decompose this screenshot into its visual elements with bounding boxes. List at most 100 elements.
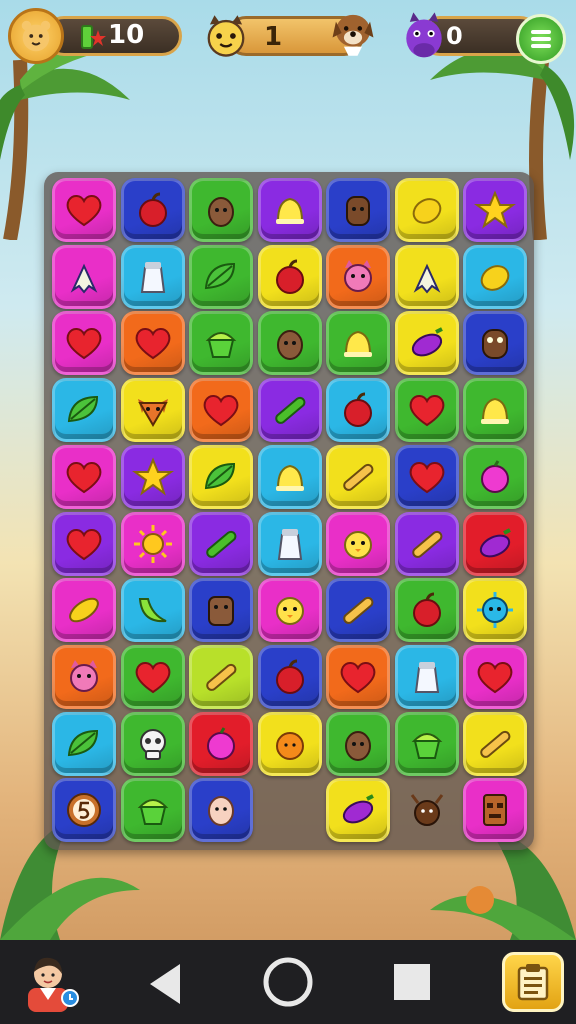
hamster-avatar[interactable] — [8, 8, 64, 64]
game-tile[interactable] — [257, 311, 322, 376]
game-tile[interactable] — [52, 711, 116, 776]
game-tile[interactable] — [463, 444, 527, 509]
game-tile[interactable] — [120, 778, 185, 843]
energy-count: 10 — [108, 20, 145, 50]
clipboard-button[interactable] — [502, 952, 564, 1012]
game-tile[interactable] — [394, 444, 459, 509]
game-tile[interactable] — [189, 511, 253, 576]
game-tile[interactable] — [52, 578, 116, 643]
game-tile[interactable] — [52, 244, 116, 309]
recents-button[interactable] — [394, 964, 430, 1000]
hamburger-menu-icon — [531, 30, 551, 48]
game-tile[interactable] — [394, 244, 459, 309]
back-button[interactable] — [146, 962, 186, 1006]
game-tile[interactable] — [189, 311, 253, 376]
game-tile[interactable] — [120, 511, 185, 576]
game-tile[interactable] — [189, 644, 253, 709]
game-tile[interactable] — [326, 711, 390, 776]
game-tile[interactable] — [120, 311, 185, 376]
game-tile[interactable] — [463, 311, 527, 376]
game-tile[interactable] — [326, 378, 390, 443]
apple-icon — [138, 192, 167, 227]
game-tile[interactable] — [189, 444, 253, 509]
game-tile[interactable] — [257, 711, 322, 776]
chick-face-icon — [275, 597, 304, 626]
game-tile[interactable] — [52, 644, 116, 709]
game-tile[interactable] — [394, 311, 459, 376]
skull-icon — [139, 728, 166, 760]
game-tile[interactable] — [189, 711, 253, 776]
game-tile[interactable] — [189, 378, 253, 443]
game-tile[interactable] — [52, 444, 116, 509]
player-avatar[interactable] — [16, 948, 80, 1012]
game-tile[interactable] — [463, 244, 527, 309]
game-tile[interactable] — [189, 178, 253, 242]
game-tile[interactable] — [257, 444, 322, 509]
leaf-icon — [67, 729, 99, 756]
rival-avatar[interactable] — [396, 8, 452, 64]
heart-icon — [66, 328, 102, 360]
game-tile[interactable] — [326, 644, 390, 709]
game-tile[interactable] — [189, 778, 253, 843]
heart-icon — [66, 528, 102, 560]
game-tile[interactable] — [189, 244, 253, 309]
game-tile[interactable] — [394, 644, 459, 709]
heart-icon — [409, 395, 444, 427]
game-tile[interactable] — [463, 578, 527, 643]
star-icon — [474, 190, 516, 229]
game-tile[interactable] — [326, 444, 390, 509]
rolling-pin-icon — [480, 730, 511, 758]
rolling-pin-icon — [343, 463, 374, 491]
game-tile[interactable] — [120, 378, 185, 443]
game-tile[interactable] — [395, 778, 459, 842]
game-tile[interactable] — [326, 244, 390, 309]
bell-icon — [275, 197, 304, 224]
game-tile[interactable] — [394, 178, 459, 242]
game-tile[interactable] — [463, 644, 527, 709]
game-tile[interactable] — [326, 578, 390, 643]
game-tile[interactable] — [463, 511, 527, 576]
salt-shaker-icon — [140, 261, 165, 293]
game-tile[interactable] — [257, 244, 322, 309]
game-tile[interactable] — [394, 511, 459, 576]
game-tile[interactable] — [120, 711, 185, 776]
game-tile[interactable] — [394, 711, 459, 776]
game-tile[interactable] — [394, 378, 459, 443]
game-tile[interactable] — [326, 178, 390, 242]
game-tile[interactable] — [394, 578, 459, 643]
game-tile[interactable] — [257, 178, 322, 242]
banana-peel-icon — [70, 263, 98, 294]
game-tile[interactable] — [257, 578, 322, 643]
game-tile[interactable] — [326, 311, 390, 376]
purple-monster-icon — [406, 12, 442, 58]
game-tile[interactable] — [257, 644, 322, 709]
home-button[interactable] — [262, 956, 314, 1008]
plum-icon — [207, 726, 235, 760]
banana-peel-icon — [413, 263, 440, 294]
cat-avatar[interactable] — [198, 8, 254, 64]
game-tile[interactable] — [120, 578, 185, 643]
heart-icon — [203, 395, 239, 427]
game-tile[interactable] — [120, 644, 185, 709]
energy-battery-icon — [81, 25, 106, 49]
game-tile[interactable] — [326, 778, 390, 843]
game-tile[interactable] — [52, 178, 116, 242]
game-tile[interactable] — [120, 178, 185, 242]
game-tile[interactable] — [463, 778, 527, 843]
game-tile[interactable] — [52, 311, 116, 376]
game-tile[interactable] — [326, 511, 390, 576]
game-tile[interactable] — [463, 178, 527, 242]
game-tile[interactable] — [120, 244, 185, 309]
game-tile[interactable] — [52, 511, 116, 576]
game-tile[interactable] — [257, 511, 322, 576]
coin-five-icon — [67, 793, 101, 828]
menu-button[interactable] — [516, 14, 566, 64]
game-tile[interactable] — [257, 378, 322, 443]
game-tile[interactable] — [189, 578, 253, 643]
game-tile[interactable] — [120, 444, 185, 509]
game-tile[interactable] — [52, 378, 116, 443]
game-tile[interactable] — [463, 378, 527, 443]
game-tile[interactable] — [52, 778, 116, 843]
game-tile[interactable] — [463, 711, 527, 776]
sun-icon — [133, 524, 172, 563]
